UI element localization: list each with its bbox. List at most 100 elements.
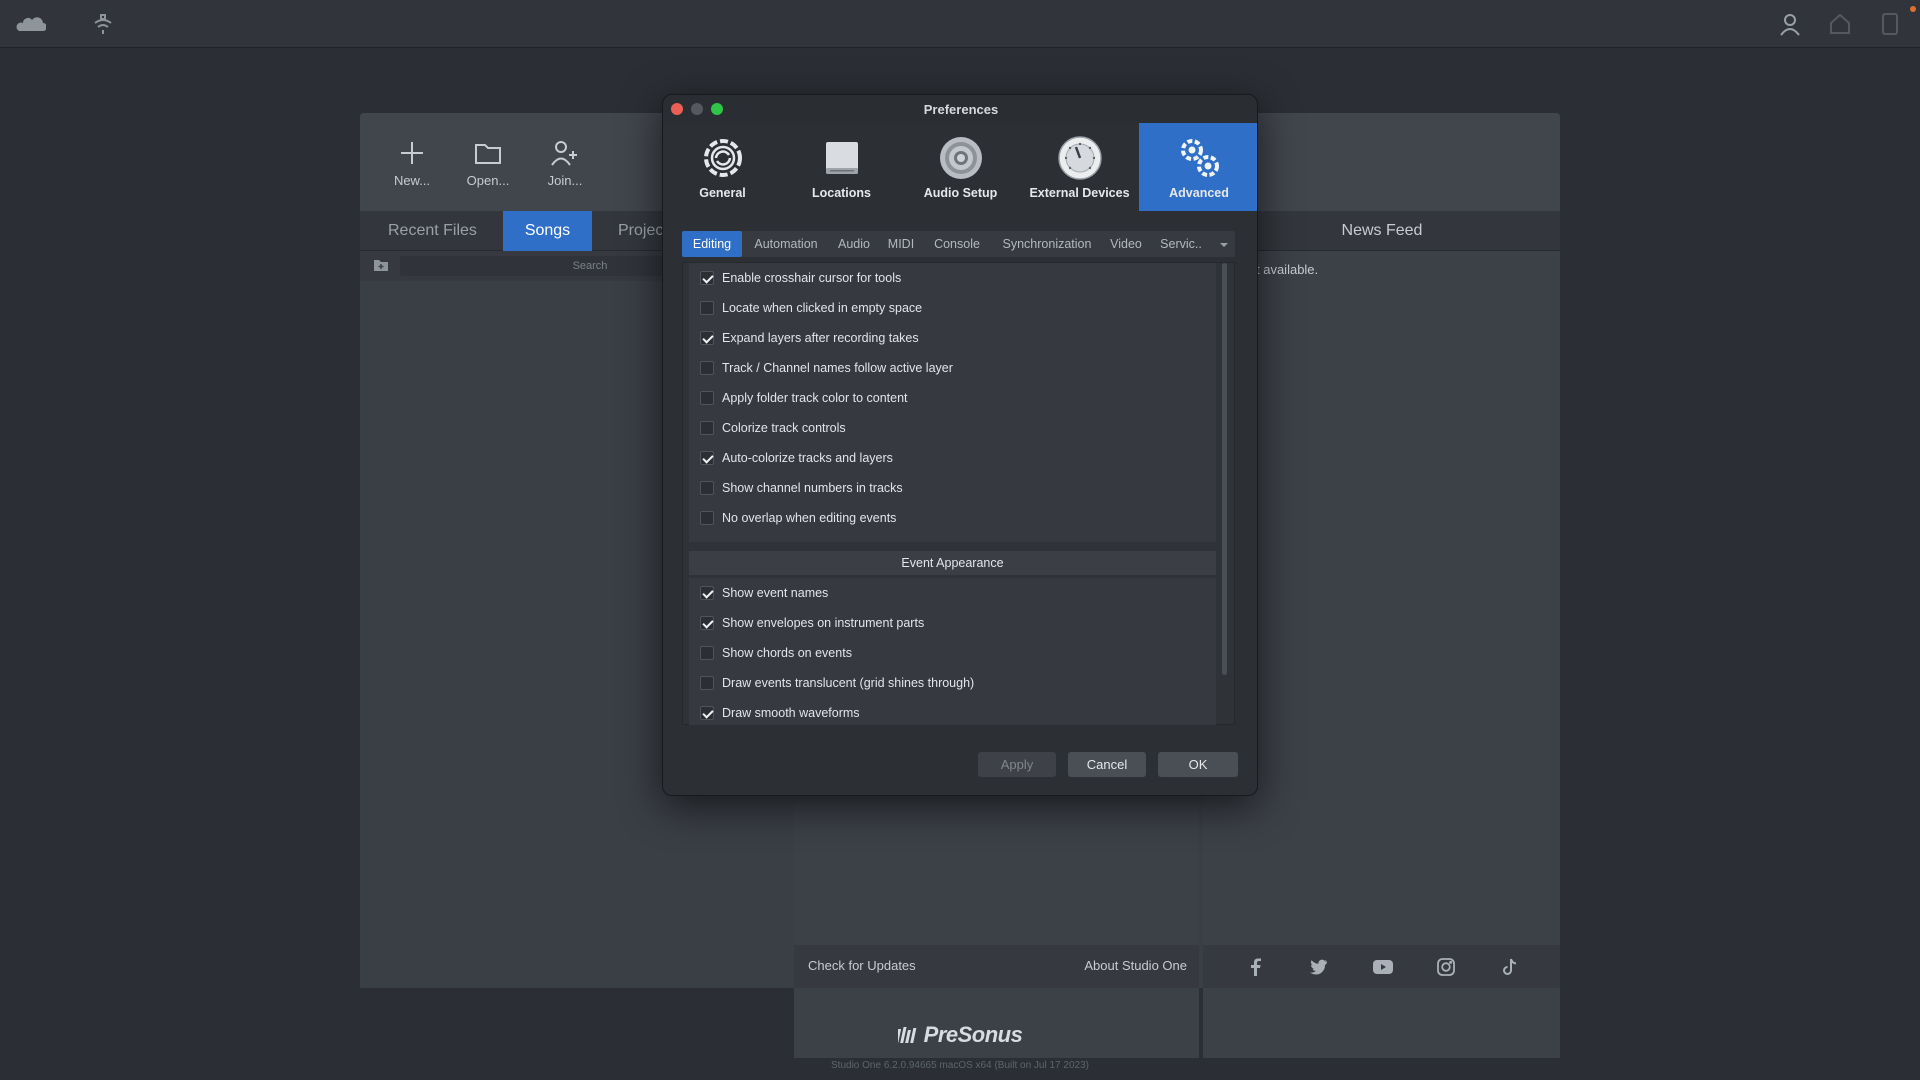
knob-icon bbox=[1020, 123, 1139, 185]
option-row[interactable]: Expand layers after recording takes bbox=[689, 323, 1216, 353]
tab-automation[interactable]: Automation bbox=[744, 231, 828, 257]
cloud-icon[interactable] bbox=[16, 9, 46, 39]
tab-recent-files[interactable]: Recent Files bbox=[370, 211, 495, 251]
join-label: Join... bbox=[547, 173, 583, 188]
category-locations-label: Locations bbox=[811, 186, 872, 200]
option-label: Colorize track controls bbox=[722, 421, 846, 435]
speaker-icon bbox=[901, 123, 1020, 185]
option-row[interactable]: Auto-colorize tracks and layers bbox=[689, 443, 1216, 473]
more-tabs-chevron-down-icon[interactable] bbox=[1214, 231, 1234, 257]
gears-icon bbox=[1139, 123, 1257, 185]
option-label: Draw events translucent (grid shines thr… bbox=[722, 676, 975, 690]
apply-button[interactable]: Apply bbox=[978, 752, 1056, 777]
youtube-icon[interactable] bbox=[1371, 955, 1395, 979]
ok-button[interactable]: OK bbox=[1158, 752, 1238, 777]
option-row[interactable]: Track / Channel names follow active laye… bbox=[689, 353, 1216, 383]
option-label: No overlap when editing events bbox=[722, 511, 897, 525]
option-row[interactable]: Draw smooth waveforms bbox=[689, 698, 1216, 725]
tab-services[interactable]: Servic.. bbox=[1150, 231, 1212, 257]
category-general[interactable]: General bbox=[663, 123, 782, 211]
checkbox-checked[interactable] bbox=[700, 586, 714, 600]
facebook-icon[interactable] bbox=[1243, 955, 1267, 979]
option-label: Show channel numbers in tracks bbox=[722, 481, 903, 495]
category-audio-setup[interactable]: Audio Setup bbox=[901, 123, 1020, 211]
checkbox-checked[interactable] bbox=[700, 451, 714, 465]
category-locations[interactable]: Locations bbox=[782, 123, 901, 211]
category-external-devices[interactable]: External Devices bbox=[1020, 123, 1139, 211]
checkbox-checked[interactable] bbox=[700, 271, 714, 285]
option-row[interactable]: Show channel numbers in tracks bbox=[689, 473, 1216, 503]
open-button[interactable]: Open... bbox=[453, 133, 523, 188]
tiktok-icon[interactable] bbox=[1498, 955, 1522, 979]
option-label: Show chords on events bbox=[722, 646, 852, 660]
new-folder-icon[interactable] bbox=[373, 258, 389, 277]
instagram-icon[interactable] bbox=[1434, 955, 1458, 979]
editing-options-panel: Enable crosshair cursor for tools Locate … bbox=[682, 262, 1235, 725]
tab-midi[interactable]: MIDI bbox=[880, 231, 922, 257]
checkbox-unchecked[interactable] bbox=[700, 361, 714, 375]
twitter-icon[interactable] bbox=[1307, 955, 1331, 979]
checkbox-unchecked[interactable] bbox=[700, 391, 714, 405]
user-icon[interactable] bbox=[1775, 9, 1805, 39]
category-bar: General Locations Audio Setup External D… bbox=[663, 123, 1257, 211]
join-button[interactable]: Join... bbox=[530, 133, 600, 188]
gear-refresh-icon bbox=[663, 123, 782, 185]
cancel-button[interactable]: Cancel bbox=[1068, 752, 1146, 777]
center-panel bbox=[794, 803, 1199, 1058]
brand-name: PreSonus bbox=[923, 1022, 1023, 1047]
option-row[interactable]: Show event names bbox=[689, 578, 1216, 608]
about-link[interactable]: About Studio One bbox=[1084, 958, 1187, 973]
option-row[interactable]: Enable crosshair cursor for tools bbox=[689, 263, 1216, 293]
options-scrollbar[interactable] bbox=[1222, 263, 1227, 675]
checkbox-unchecked[interactable] bbox=[700, 421, 714, 435]
checkbox-checked[interactable] bbox=[700, 331, 714, 345]
option-row[interactable]: No overlap when editing events bbox=[689, 503, 1216, 533]
checkbox-unchecked[interactable] bbox=[700, 481, 714, 495]
option-row[interactable]: Draw events translucent (grid shines thr… bbox=[689, 668, 1216, 698]
dialog-title: Preferences bbox=[923, 102, 999, 117]
tab-audio[interactable]: Audio bbox=[830, 231, 878, 257]
new-button[interactable]: New... bbox=[377, 133, 447, 188]
open-label: Open... bbox=[466, 173, 510, 188]
checkbox-checked[interactable] bbox=[700, 616, 714, 630]
checkbox-unchecked[interactable] bbox=[700, 511, 714, 525]
tab-editing[interactable]: Editing bbox=[682, 231, 742, 257]
tab-console[interactable]: Console bbox=[924, 231, 990, 257]
social-footer bbox=[1203, 945, 1560, 988]
checkbox-unchecked[interactable] bbox=[700, 301, 714, 315]
new-label: New... bbox=[393, 173, 431, 188]
option-row[interactable]: Show chords on events bbox=[689, 638, 1216, 668]
editing-options-group: Enable crosshair cursor for tools Locate … bbox=[689, 263, 1216, 542]
plus-icon bbox=[377, 133, 447, 173]
version-text: Studio One 6.2.0.94665 macOS x64 (Built … bbox=[831, 1060, 1089, 1071]
folder-icon bbox=[453, 133, 523, 173]
checkbox-checked[interactable] bbox=[700, 706, 714, 720]
start-footer: Check for Updates About Studio One bbox=[794, 945, 1199, 988]
check-updates-link[interactable]: Check for Updates bbox=[808, 958, 916, 973]
option-row[interactable]: Locate when clicked in empty space bbox=[689, 293, 1216, 323]
option-row[interactable]: Show envelopes on instrument parts bbox=[689, 608, 1216, 638]
option-row[interactable]: Apply folder track color to content bbox=[689, 383, 1216, 413]
category-advanced[interactable]: Advanced bbox=[1139, 123, 1257, 211]
add-user-icon bbox=[530, 133, 600, 173]
drive-icon bbox=[782, 123, 901, 185]
event-appearance-group: Show event names Show envelopes on instru… bbox=[689, 578, 1216, 725]
option-label: Track / Channel names follow active laye… bbox=[722, 361, 953, 375]
top-bar bbox=[0, 0, 1920, 48]
category-advanced-label: Advanced bbox=[1169, 186, 1229, 200]
tablet-icon[interactable] bbox=[1875, 9, 1905, 39]
tab-synchronization[interactable]: Synchronization bbox=[992, 231, 1102, 257]
option-label: Locate when clicked in empty space bbox=[722, 301, 923, 315]
checkbox-unchecked[interactable] bbox=[700, 676, 714, 690]
option-label: Auto-colorize tracks and layers bbox=[722, 451, 893, 465]
tab-songs[interactable]: Songs bbox=[503, 211, 592, 251]
category-audio-setup-label: Audio Setup bbox=[923, 186, 998, 200]
antenna-icon[interactable] bbox=[88, 9, 118, 39]
home-icon[interactable] bbox=[1825, 9, 1855, 39]
option-label: Enable crosshair cursor for tools bbox=[722, 271, 902, 285]
option-label: Show event names bbox=[722, 586, 829, 600]
option-label: Expand layers after recording takes bbox=[722, 331, 919, 345]
option-row[interactable]: Colorize track controls bbox=[689, 413, 1216, 443]
checkbox-unchecked[interactable] bbox=[700, 646, 714, 660]
tab-video[interactable]: Video bbox=[1104, 231, 1148, 257]
